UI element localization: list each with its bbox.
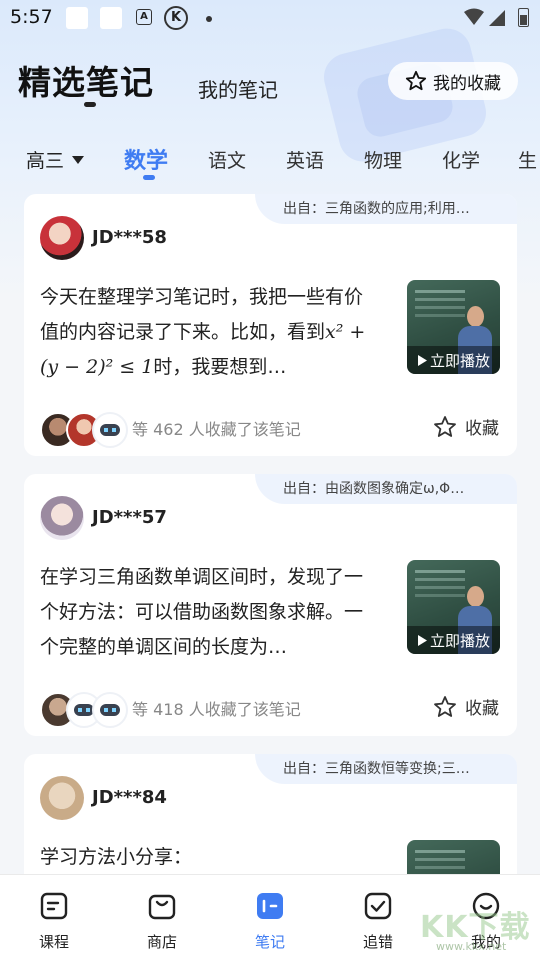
note-source[interactable]: 出自：由函数图象确定ω,Φ… <box>255 474 517 504</box>
watermark-url: www.kkx.net <box>436 940 507 953</box>
nav-shop[interactable]: 商店 <box>108 875 216 960</box>
tab-chemistry[interactable]: 化学 <box>442 146 480 173</box>
blackboard-writing <box>415 570 465 573</box>
star-icon <box>434 415 456 437</box>
video-thumbnail[interactable]: 立即播放 <box>407 280 500 374</box>
nav-label: 课程 <box>38 933 69 951</box>
note-source[interactable]: 出自：三角函数恒等变换;三… <box>255 754 517 784</box>
course-icon <box>40 892 68 920</box>
blackboard-writing <box>415 290 465 293</box>
avatar[interactable] <box>40 216 84 260</box>
status-bar: 5:57 A K <box>0 0 540 36</box>
robot-avatar <box>92 412 128 448</box>
video-thumbnail[interactable] <box>407 840 500 874</box>
notification-square-icon <box>66 7 88 29</box>
play-button[interactable]: 立即播放 <box>407 346 500 374</box>
status-time: 5:57 <box>10 6 53 28</box>
my-favorites-label: 我的收藏 <box>433 73 501 94</box>
play-label: 立即播放 <box>429 631 490 650</box>
note-source[interactable]: 出自：三角函数的应用;利用… <box>255 194 517 224</box>
note-text[interactable]: 今天在整理学习笔记时，我把一些有价值的内容记录了下来。比如，看到x² + (y … <box>40 280 370 385</box>
username[interactable]: JD***57 <box>92 507 167 528</box>
subject-active-indicator <box>143 175 155 180</box>
page-title[interactable]: 精选笔记 <box>18 56 154 104</box>
nav-label: 追错 <box>362 933 393 951</box>
note-text[interactable]: 学习方法小分享： <box>40 840 370 874</box>
favoriters-avatars <box>40 692 130 728</box>
robot-avatar <box>92 692 128 728</box>
avatar[interactable] <box>40 776 84 820</box>
nav-notes[interactable]: 笔记 <box>216 875 324 960</box>
subject-tabs: 高三 数学 语文 英语 物理 化学 生 <box>0 138 540 178</box>
play-icon <box>417 634 427 646</box>
note-card[interactable]: 出自：由函数图象确定ω,Φ… JD***57 在学习三角函数单调区间时，发现了一… <box>24 474 517 736</box>
k-notification-icon: K <box>164 6 188 30</box>
grade-selector[interactable]: 高三 <box>26 146 85 173</box>
notification-square-icon <box>100 7 122 29</box>
grade-label: 高三 <box>26 150 65 172</box>
favorite-label: 收藏 <box>465 419 499 439</box>
nav-mistakes[interactable]: 追错 <box>324 875 432 960</box>
cell-signal-icon <box>489 10 505 26</box>
play-label: 立即播放 <box>429 351 490 370</box>
favorite-count: 等 462 人收藏了该笔记 <box>132 420 301 439</box>
avatar[interactable] <box>40 496 84 540</box>
more-notifications-dot-icon <box>206 16 212 22</box>
tab-math[interactable]: 数学 <box>124 143 168 175</box>
username[interactable]: JD***84 <box>92 787 167 808</box>
caret-down-icon <box>72 155 85 164</box>
tab-chinese[interactable]: 语文 <box>208 146 246 173</box>
username[interactable]: JD***58 <box>92 227 167 248</box>
note-card[interactable]: 出自：三角函数恒等变换;三… JD***84 学习方法小分享： <box>24 754 517 874</box>
tab-physics[interactable]: 物理 <box>364 146 402 173</box>
mistakes-check-icon <box>364 892 392 920</box>
tab-my-notes[interactable]: 我的笔记 <box>198 74 278 103</box>
favorite-button[interactable]: 收藏 <box>433 414 499 439</box>
my-favorites-button[interactable]: 我的收藏 <box>388 62 518 100</box>
a-notification-icon: A <box>136 9 152 25</box>
favorite-count: 等 418 人收藏了该笔记 <box>132 700 301 719</box>
star-icon <box>405 70 427 91</box>
note-text-body: 今天在整理学习笔记时，我把一些有价值的内容记录了下来。比如，看到 <box>40 286 364 343</box>
video-thumbnail[interactable]: 立即播放 <box>407 560 500 654</box>
wifi-icon <box>464 8 484 25</box>
note-text[interactable]: 在学习三角函数单调区间时，发现了一个好方法：可以借助函数图象求解。一个完整的单调… <box>40 560 370 665</box>
play-button[interactable]: 立即播放 <box>407 626 500 654</box>
nav-label: 笔记 <box>254 933 285 951</box>
nav-label: 商店 <box>146 933 177 951</box>
active-tab-indicator <box>84 102 96 107</box>
tab-english[interactable]: 英语 <box>286 146 324 173</box>
note-text-tail: 时，我要想到… <box>153 356 287 378</box>
favorite-label: 收藏 <box>465 699 499 719</box>
nav-course[interactable]: 课程 <box>0 875 108 960</box>
notes-icon <box>257 893 283 919</box>
shop-bag-icon <box>148 894 176 920</box>
note-card[interactable]: 出自：三角函数的应用;利用… JD***58 今天在整理学习笔记时，我把一些有价… <box>24 194 517 456</box>
blackboard-writing <box>415 850 465 853</box>
favoriters-avatars <box>40 412 130 448</box>
star-icon <box>434 695 456 717</box>
play-icon <box>417 354 427 366</box>
battery-icon <box>518 8 529 27</box>
tab-biology[interactable]: 生 <box>518 146 537 173</box>
favorite-button[interactable]: 收藏 <box>433 694 499 719</box>
